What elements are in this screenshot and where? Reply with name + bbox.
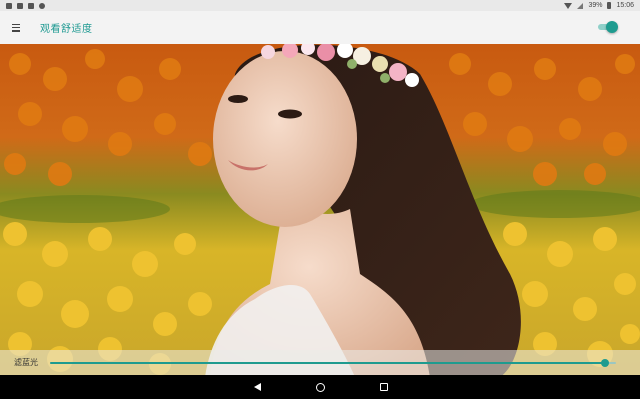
filter-label: 滤蓝光	[14, 358, 38, 367]
hamburger-menu-icon[interactable]	[12, 23, 20, 32]
back-icon[interactable]	[250, 380, 264, 394]
app-bar: 观看舒适度	[0, 11, 640, 44]
status-right: 39% 15:06	[564, 0, 634, 11]
eye-comfort-toggle[interactable]	[596, 21, 618, 33]
slider-fill	[50, 361, 605, 364]
image-icon	[6, 2, 12, 9]
status-bar: 39% 15:06	[0, 0, 640, 11]
status-left	[6, 2, 45, 9]
blue-light-slider[interactable]	[50, 357, 616, 369]
blue-light-filter-bar: 滤蓝光	[0, 350, 640, 375]
signal-icon	[577, 2, 584, 9]
battery-percent: 39%	[588, 2, 603, 9]
preview-photo	[0, 44, 640, 377]
home-icon[interactable]	[313, 380, 327, 394]
preview-image	[0, 44, 640, 377]
recent-apps-icon[interactable]	[377, 380, 391, 394]
navigation-bar	[0, 375, 640, 399]
toggle-thumb	[606, 21, 618, 33]
wifi-icon	[564, 2, 573, 9]
slider-thumb[interactable]	[600, 358, 609, 367]
clock: 15:06	[616, 2, 634, 9]
circle-icon	[39, 2, 45, 9]
screen: 39% 15:06 观看舒适度 滤蓝光	[0, 0, 640, 399]
page-title: 观看舒适度	[40, 24, 93, 35]
battery-icon	[607, 2, 612, 9]
photo-icon	[17, 2, 23, 9]
sd-card-icon	[28, 2, 34, 9]
